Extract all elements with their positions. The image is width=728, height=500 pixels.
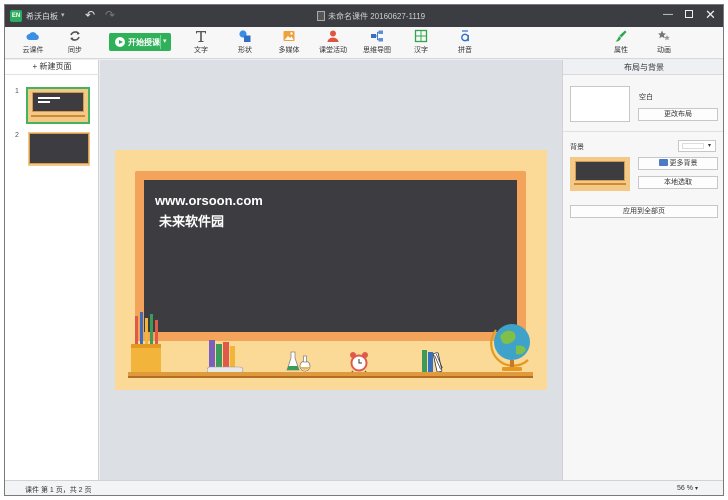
chevron-down-icon: ▾ [708,143,712,149]
zoom-level[interactable]: 56 % [677,485,693,492]
sync-button[interactable]: 同步 [57,29,93,55]
layout-preview[interactable] [570,86,630,122]
alarm-clock-icon [350,352,368,374]
toolbar: 云课件 同步 开始授课 ▾ 文字 形状 多媒体 课堂活动 思维导图 汉字 拼音 … [5,27,723,59]
app-name[interactable]: 希沃白板 [26,11,58,22]
cloud-courseware-label: 云课件 [22,47,44,54]
animation-label: 动画 [657,47,671,54]
slide-text-url[interactable]: www.orsoon.com [155,193,263,208]
media-tool-label: 多媒体 [278,47,300,54]
properties-label: 属性 [614,47,628,54]
play-icon [115,37,125,47]
maximize-icon[interactable] [685,10,693,18]
panel-divider [563,131,723,132]
page-thumbnail-2[interactable] [28,132,90,166]
background-label: 背景 [570,144,584,151]
zoom-chevron-down-icon[interactable]: ▾ [695,485,698,492]
background-thumbnail-shelf [574,183,626,185]
globe-icon [490,324,530,371]
shape-tool-button[interactable]: 形状 [227,29,263,55]
text-icon [196,31,206,42]
change-layout-button[interactable]: 更改布局 [638,108,718,121]
books-upright-icon [422,350,443,373]
cloud-courseware-button[interactable]: 云课件 [15,29,51,55]
sync-label: 同步 [68,47,82,54]
slide[interactable]: www.orsoon.com 未来软件园 [115,150,547,390]
title-bar: EN 希沃白板 ▾ ↶ ↷ 未命名课件 20160627-1119 — ✕ [5,5,723,27]
start-teaching-button[interactable]: 开始授课 ▾ [109,33,171,51]
new-page-button[interactable]: + 新建页面 [5,60,99,75]
sync-icon [70,31,80,41]
pinyin-tool-button[interactable]: 拼音 [447,29,483,55]
layout-name: 空白 [639,94,653,101]
more-backgrounds-label: 更多背景 [669,160,698,167]
mindmap-icon [371,30,383,42]
thumbnail-text-line [38,101,50,103]
image-icon [658,159,668,166]
thumbnail-board [29,133,89,164]
background-thumbnail-board [575,161,625,181]
page-thumbnail-1[interactable] [26,87,90,124]
lab-flask-icon [286,351,311,372]
apply-to-all-button[interactable]: 应用到全部页 [570,205,718,218]
local-select-button[interactable]: 本地选取 [638,176,718,189]
background-thumbnail[interactable] [570,157,630,191]
text-tool-label: 文字 [194,47,208,54]
document-title: 未命名课件 20160627-1119 [328,12,426,21]
media-tool-button[interactable]: 多媒体 [271,29,307,55]
pencil-cup-icon [131,312,161,374]
animation-star-icon [658,30,670,41]
hanzi-tool-label: 汉字 [414,47,428,54]
color-swatch [682,143,704,149]
more-backgrounds-button[interactable]: 更多背景 [638,157,718,170]
hanzi-icon [414,29,428,43]
shape-icon [239,30,251,42]
pinyin-tool-label: 拼音 [458,47,472,54]
cloud-icon [26,32,39,40]
text-tool-button[interactable]: 文字 [183,29,219,55]
pinyin-icon [461,30,469,42]
undo-icon[interactable]: ↶ [85,8,95,22]
page-number-2: 2 [15,132,19,139]
page-info: 课件 第 1 页，共 2 页 [25,487,92,494]
start-menu-caret-icon[interactable]: ▾ [163,37,167,45]
document-icon [317,11,325,21]
shape-tool-label: 形状 [238,47,252,54]
chalkboard-shelf [128,372,533,378]
thumbnail-text-line [38,97,60,99]
properties-button[interactable]: 属性 [603,29,639,55]
button-split [160,35,161,49]
thumbnail-board [32,92,84,112]
layout-background-panel: 布局与背景 空白 更改布局 背景 ▾ 更多背景 本地选取 应用到全部页 [562,60,723,480]
status-bar: 课件 第 1 页，共 2 页 56 % ▾ [5,480,723,495]
animation-button[interactable]: 动画 [646,29,682,55]
redo-icon[interactable]: ↷ [105,8,115,22]
hanzi-tool-button[interactable]: 汉字 [403,29,439,55]
books-icon [207,340,244,374]
thumbnail-shelf [31,115,85,117]
media-icon [283,31,295,41]
page-thumbnail-panel: + 新建页面 1 2 [5,60,99,480]
classroom-activity-label: 课堂活动 [319,47,347,54]
start-teaching-label: 开始授课 [128,38,160,47]
mindmap-tool-label: 思维导图 [363,47,391,54]
slide-text-title[interactable]: 未来软件园 [159,211,224,230]
background-color-picker[interactable]: ▾ [678,140,716,152]
editing-canvas[interactable]: www.orsoon.com 未来软件园 [100,60,562,480]
mindmap-tool-button[interactable]: 思维导图 [359,29,395,55]
app-window: EN 希沃白板 ▾ ↶ ↷ 未命名课件 20160627-1119 — ✕ 云课… [4,4,724,496]
page-number-1: 1 [15,88,19,95]
classroom-activity-icon [327,30,339,42]
app-logo: EN [10,10,22,22]
app-menu-caret-icon[interactable]: ▾ [61,11,65,19]
classroom-activity-button[interactable]: 课堂活动 [315,29,351,55]
minimize-icon[interactable]: — [663,9,673,20]
close-icon[interactable]: ✕ [705,7,716,23]
brush-icon [615,30,627,42]
panel-title: 布局与背景 [563,60,723,75]
